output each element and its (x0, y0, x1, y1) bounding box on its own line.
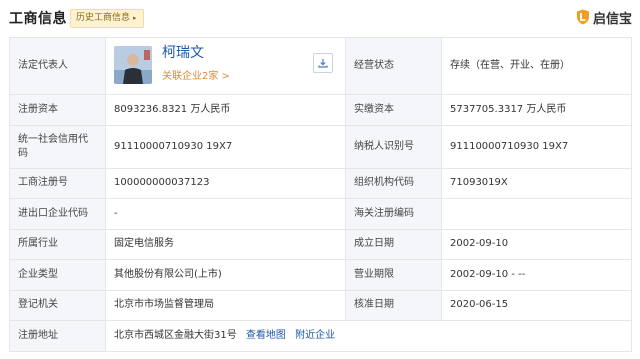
founded-label: 成立日期 (345, 228, 442, 260)
taxpayer-id-value: 91110000710930 19X7 (441, 124, 632, 169)
reg-capital-value: 8093236.8321 万人民币 (105, 94, 346, 126)
approved-label: 核准日期 (345, 289, 442, 321)
section-title: 工商信息 (9, 11, 67, 27)
uscc-label: 统一社会信用代码 (9, 124, 106, 169)
status-value: 存续（在营、开业、在册） (441, 37, 632, 95)
legal-rep-cell: 柯瑞文 关联企业2家 > (105, 37, 346, 95)
view-map-link[interactable]: 查看地图 (246, 330, 286, 341)
company-type-value: 其他股份有限公司(上市) (105, 259, 346, 291)
uscc-value: 91110000710930 19X7 (105, 124, 346, 169)
history-info-label: 历史工商信息 (76, 13, 131, 23)
caret-right-icon: ▸ (133, 14, 137, 22)
customs-label: 海关注册编码 (345, 198, 442, 230)
table-row: 工商注册号 100000000037123 组织机构代码 71093019X (9, 167, 632, 199)
company-type-label: 企业类型 (9, 259, 106, 291)
address-label: 注册地址 (9, 320, 106, 352)
taxpayer-id-label: 纳税人识别号 (345, 124, 442, 169)
table-row: 进出口企业代码 - 海关注册编码 (9, 198, 632, 230)
biz-reg-no-value: 100000000037123 (105, 167, 346, 199)
legal-rep-name-link[interactable]: 柯瑞文 (162, 46, 204, 60)
business-info-table: 法定代表人 柯瑞文 关联企业2家 > 经营状态 存续（在营、开业、在册） 注册资… (9, 37, 632, 352)
table-row: 注册地址 北京市西城区金融大街31号 查看地图 附近企业 (9, 320, 632, 352)
reg-capital-label: 注册资本 (9, 94, 106, 126)
brand-logo: 启信宝 (576, 8, 632, 27)
legal-rep-label: 法定代表人 (9, 37, 106, 95)
term-label: 营业期限 (345, 259, 442, 291)
table-row: 所属行业 固定电信服务 成立日期 2002-09-10 (9, 228, 632, 260)
industry-label: 所属行业 (9, 228, 106, 260)
term-value: 2002-09-10 - -- (441, 259, 632, 291)
org-code-label: 组织机构代码 (345, 167, 442, 199)
founded-value: 2002-09-10 (441, 228, 632, 260)
table-row: 法定代表人 柯瑞文 关联企业2家 > 经营状态 存续（在营、开业、在册） (9, 37, 632, 95)
table-row: 企业类型 其他股份有限公司(上市) 营业期限 2002-09-10 - -- (9, 259, 632, 291)
paid-capital-value: 5737705.3317 万人民币 (441, 94, 632, 126)
avatar[interactable] (114, 46, 152, 84)
status-label: 经营状态 (345, 37, 442, 95)
related-companies-link[interactable]: 关联企业2家 > (162, 70, 230, 84)
nearby-companies-link[interactable]: 附近企业 (295, 330, 335, 341)
industry-value: 固定电信服务 (105, 228, 346, 260)
import-export-label: 进出口企业代码 (9, 198, 106, 230)
authority-label: 登记机关 (9, 289, 106, 321)
approved-value: 2020-06-15 (441, 289, 632, 321)
address-cell: 北京市西城区金融大街31号 查看地图 附近企业 (105, 320, 632, 352)
org-code-value: 71093019X (441, 167, 632, 199)
table-row: 统一社会信用代码 91110000710930 19X7 纳税人识别号 9111… (9, 124, 632, 169)
table-row: 登记机关 北京市市场监督管理局 核准日期 2020-06-15 (9, 289, 632, 321)
shield-icon (576, 9, 589, 25)
import-export-value: - (105, 198, 346, 230)
paid-capital-label: 实缴资本 (345, 94, 442, 126)
table-row: 注册资本 8093236.8321 万人民币 实缴资本 5737705.3317… (9, 94, 632, 126)
biz-reg-no-label: 工商注册号 (9, 167, 106, 199)
brand-name: 启信宝 (592, 11, 632, 27)
history-info-button[interactable]: 历史工商信息 ▸ (70, 9, 144, 28)
download-button[interactable] (313, 53, 333, 73)
section-header: 工商信息 历史工商信息 ▸ 启信宝 (0, 0, 640, 37)
authority-value: 北京市市场监督管理局 (105, 289, 346, 321)
download-icon (318, 59, 328, 68)
address-value: 北京市西城区金融大街31号 (114, 329, 237, 341)
customs-value (441, 198, 632, 230)
